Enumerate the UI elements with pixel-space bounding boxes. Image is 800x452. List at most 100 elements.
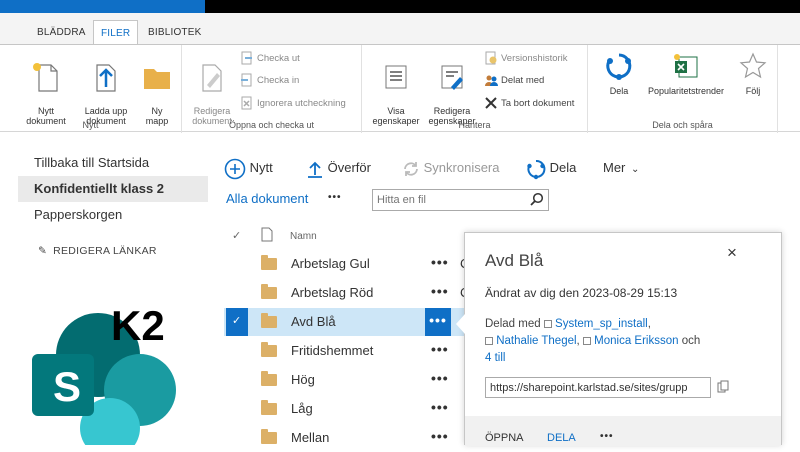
follow-label: Följ (745, 86, 761, 96)
row-more-button[interactable]: ••• (425, 308, 451, 336)
tab-library[interactable]: BIBLIOTEK (141, 23, 209, 45)
edit-document-button[interactable]: Redigera dokument (186, 51, 238, 126)
shared-user-link[interactable]: System_sp_install (555, 318, 648, 330)
row-more-button[interactable]: ••• (431, 283, 449, 299)
search-input[interactable] (373, 190, 527, 210)
row-checkbox[interactable] (226, 337, 248, 365)
row-more-button[interactable]: ••• (431, 341, 449, 357)
follow-button[interactable]: Följ (728, 51, 778, 96)
edit-properties-button[interactable]: Redigera egenskaper (426, 51, 478, 126)
table-row-selected[interactable]: ✓ Avd Blå ••• C (224, 308, 469, 336)
row-name[interactable]: Fritidshemmet (291, 343, 373, 358)
share-icon (606, 53, 632, 80)
table-row[interactable]: Arbetslag Gul ••• C (224, 250, 469, 278)
select-all-checkmark-icon[interactable]: ✓ (232, 229, 241, 242)
tab-files[interactable]: FILER (93, 20, 139, 46)
suite-bar-app-segment (0, 0, 205, 13)
search-icon[interactable] (530, 192, 544, 211)
table-row[interactable]: Hög ••• (224, 366, 464, 394)
row-more-button[interactable]: ••• (431, 370, 449, 386)
row-name[interactable]: Mellan (291, 430, 329, 445)
upload-arrow-icon (308, 161, 322, 178)
view-more-button[interactable]: ••• (328, 192, 342, 203)
folder-icon (261, 284, 277, 299)
folder-icon (261, 342, 277, 357)
row-more-button[interactable]: ••• (431, 428, 449, 444)
table-row[interactable]: Låg ••• (224, 395, 464, 423)
nav-back-to-home[interactable]: Tillbaka till Startsida (18, 150, 208, 176)
plus-circle-icon (224, 158, 246, 179)
ribbon: Nytt dokument Ladda upp dokument Ny mapp… (0, 44, 800, 133)
user-icon (485, 336, 493, 345)
upload-icon (96, 64, 116, 92)
ribbon-group-new: Nytt dokument Ladda upp dokument Ny mapp… (0, 45, 182, 133)
user-icon (543, 319, 552, 328)
new-document-icon (33, 63, 58, 92)
edit-links-button[interactable]: ✎ REDIGERA LÄNKAR (18, 238, 208, 264)
file-type-icon (261, 227, 273, 247)
shared-user-link[interactable]: Nathalie Thegel (496, 335, 576, 347)
row-checkbox[interactable] (226, 250, 248, 278)
row-name[interactable]: Arbetslag Röd (291, 285, 373, 300)
url-field[interactable] (486, 378, 710, 397)
check-in-button[interactable]: Checka in (240, 73, 299, 89)
share-command[interactable]: Dela (526, 157, 576, 179)
new-document-button[interactable]: Nytt dokument (20, 51, 72, 126)
folder-icon (261, 400, 277, 415)
close-icon[interactable]: × (727, 243, 737, 263)
table-row[interactable]: Fritidshemmet ••• (224, 337, 464, 365)
more-command[interactable]: Mer ⌄ (603, 157, 639, 179)
delete-document-button[interactable]: Ta bort dokument (484, 96, 574, 112)
upload-command[interactable]: Överför (306, 157, 371, 179)
upload-document-button[interactable]: Ladda upp dokument (80, 51, 132, 126)
version-history-button[interactable]: Versionshistorik (484, 51, 568, 67)
row-more-button[interactable]: ••• (431, 254, 449, 270)
row-name[interactable]: Hög (291, 372, 315, 387)
view-properties-button[interactable]: Visa egenskaper (370, 51, 422, 126)
row-checkbox[interactable] (226, 395, 248, 423)
share-ribbon-button[interactable]: Dela (593, 51, 645, 96)
star-icon (739, 52, 767, 79)
row-more-button[interactable]: ••• (431, 399, 449, 415)
popularity-trends-button[interactable]: Popularitetstrender (644, 51, 728, 96)
callout-more-button[interactable]: ••• (600, 431, 614, 442)
nav-confidential-class-2[interactable]: Konfidentiellt klass 2 (18, 176, 208, 202)
row-checkbox[interactable] (226, 279, 248, 307)
sync-icon (404, 161, 418, 176)
ribbon-group-share-track: Dela Popularitetstrender Följ Dela och s… (588, 45, 778, 133)
callout-open-button[interactable]: ÖPPNA (485, 432, 524, 444)
folder-icon (144, 69, 170, 89)
check-in-icon (240, 73, 254, 87)
row-name[interactable]: Avd Blå (291, 314, 336, 329)
tab-browse[interactable]: BLÄDDRA (30, 23, 93, 45)
checkmark-icon: ✓ (232, 315, 242, 327)
new-command[interactable]: Nytt (224, 157, 273, 179)
folder-icon (261, 371, 277, 386)
nav-recycle-bin[interactable]: Papperskorgen (18, 202, 208, 228)
row-name[interactable]: Låg (291, 401, 313, 416)
discard-checkout-icon (240, 96, 254, 110)
shared-user-link[interactable]: Monica Eriksson (594, 335, 678, 347)
view-all-documents[interactable]: Alla dokument (226, 191, 308, 206)
ribbon-group-manage: Visa egenskaper Redigera egenskaper Vers… (362, 45, 588, 133)
table-row[interactable]: Mellan ••• (224, 424, 464, 452)
row-checkbox-checked[interactable]: ✓ (226, 308, 248, 336)
shared-more-link[interactable]: 4 till (485, 352, 505, 364)
new-folder-button[interactable]: Ny mapp (131, 51, 183, 126)
callout-modified: Ändrat av dig den 2023-08-29 15:13 (485, 286, 678, 300)
row-name[interactable]: Arbetslag Gul (291, 256, 370, 271)
shared-with-button[interactable]: Delat med (484, 73, 544, 89)
column-header-name[interactable]: Namn (290, 231, 317, 242)
callout-pointer (456, 314, 465, 334)
check-out-button[interactable]: Checka ut (240, 51, 300, 67)
share-ribbon-label: Dela (609, 86, 629, 96)
callout-title: Avd Blå (485, 251, 544, 270)
sync-command[interactable]: Synkronisera (402, 157, 500, 179)
callout-share-button[interactable]: DELA (547, 432, 576, 444)
row-checkbox[interactable] (226, 424, 248, 452)
row-checkbox[interactable] (226, 366, 248, 394)
discard-checkout-button[interactable]: Ignorera utcheckning (240, 96, 346, 112)
callout-shared-with: Delad med System_sp_install, Nathalie Th… (485, 318, 701, 364)
copy-icon[interactable] (717, 380, 729, 399)
table-row[interactable]: Arbetslag Röd ••• C (224, 279, 469, 307)
